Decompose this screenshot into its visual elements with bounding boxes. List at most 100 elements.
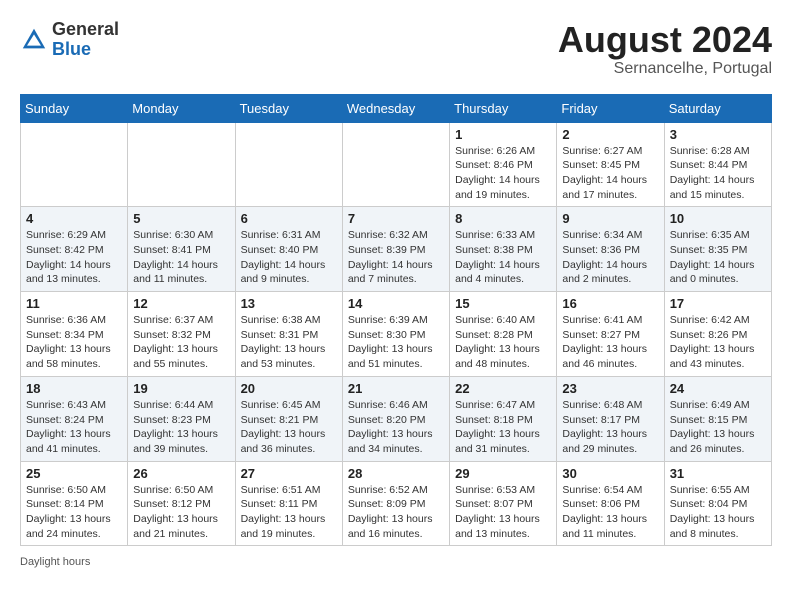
day-info: Sunrise: 6:53 AMSunset: 8:07 PMDaylight:… xyxy=(455,483,551,542)
calendar-cell: 14 Sunrise: 6:39 AMSunset: 8:30 PMDayligh… xyxy=(342,292,449,377)
day-number: 7 xyxy=(348,211,444,226)
day-number: 26 xyxy=(133,466,229,481)
calendar-cell: 22 Sunrise: 6:47 AMSunset: 8:18 PMDayligh… xyxy=(450,376,557,461)
day-info: Sunrise: 6:36 AMSunset: 8:34 PMDaylight:… xyxy=(26,313,122,372)
header-day-thursday: Thursday xyxy=(450,94,557,122)
calendar-cell: 26Sunrise: 6:50 AMSunset: 8:12 PMDayligh… xyxy=(128,461,235,546)
day-number: 24 xyxy=(670,381,766,396)
day-number: 16 xyxy=(562,296,658,311)
day-info: Sunrise: 6:30 AMSunset: 8:41 PMDaylight:… xyxy=(133,228,229,287)
day-number: 20 xyxy=(241,381,337,396)
calendar-cell: 18Sunrise: 6:43 AMSunset: 8:24 PMDayligh… xyxy=(21,376,128,461)
day-number: 28 xyxy=(348,466,444,481)
calendar-week-2: 4Sunrise: 6:29 AMSunset: 8:42 PMDaylight… xyxy=(21,207,772,292)
day-info: Sunrise: 6:40 AMSunset: 8:28 PMDaylight:… xyxy=(455,313,551,372)
logo: General Blue xyxy=(20,20,119,60)
day-number: 22 xyxy=(455,381,551,396)
calendar-cell: 8 Sunrise: 6:33 AMSunset: 8:38 PMDaylight… xyxy=(450,207,557,292)
day-number: 9 xyxy=(562,211,658,226)
day-info: Sunrise: 6:50 AMSunset: 8:14 PMDaylight:… xyxy=(26,483,122,542)
calendar-cell xyxy=(342,122,449,207)
calendar-cell: 9 Sunrise: 6:34 AMSunset: 8:36 PMDaylight… xyxy=(557,207,664,292)
day-info: Sunrise: 6:42 AMSunset: 8:26 PMDaylight:… xyxy=(670,313,766,372)
calendar-table: SundayMondayTuesdayWednesdayThursdayFrid… xyxy=(20,94,772,547)
day-info: Sunrise: 6:44 AMSunset: 8:23 PMDaylight:… xyxy=(133,398,229,457)
calendar-week-3: 11 Sunrise: 6:36 AMSunset: 8:34 PMDayligh… xyxy=(21,292,772,377)
calendar-cell: 4Sunrise: 6:29 AMSunset: 8:42 PMDaylight… xyxy=(21,207,128,292)
calendar-cell: 15 Sunrise: 6:40 AMSunset: 8:28 PMDayligh… xyxy=(450,292,557,377)
day-info: Sunrise: 6:32 AMSunset: 8:39 PMDaylight:… xyxy=(348,228,444,287)
calendar-cell xyxy=(128,122,235,207)
calendar-cell: 2 Sunrise: 6:27 AMSunset: 8:45 PMDaylight… xyxy=(557,122,664,207)
day-info: Sunrise: 6:26 AMSunset: 8:46 PMDaylight:… xyxy=(455,144,551,203)
day-number: 21 xyxy=(348,381,444,396)
calendar-header: SundayMondayTuesdayWednesdayThursdayFrid… xyxy=(21,94,772,122)
day-info: Sunrise: 6:49 AMSunset: 8:15 PMDaylight:… xyxy=(670,398,766,457)
calendar-cell: 11 Sunrise: 6:36 AMSunset: 8:34 PMDayligh… xyxy=(21,292,128,377)
day-info: Sunrise: 6:55 AMSunset: 8:04 PMDaylight:… xyxy=(670,483,766,542)
calendar-cell: 5Sunrise: 6:30 AMSunset: 8:41 PMDaylight… xyxy=(128,207,235,292)
day-info: Sunrise: 6:54 AMSunset: 8:06 PMDaylight:… xyxy=(562,483,658,542)
calendar-cell: 12 Sunrise: 6:37 AMSunset: 8:32 PMDayligh… xyxy=(128,292,235,377)
calendar-cell: 23 Sunrise: 6:48 AMSunset: 8:17 PMDayligh… xyxy=(557,376,664,461)
day-number: 12 xyxy=(133,296,229,311)
calendar-week-5: 25 Sunrise: 6:50 AMSunset: 8:14 PMDayligh… xyxy=(21,461,772,546)
daylight-label: Daylight hours xyxy=(20,556,90,568)
calendar-cell: 6Sunrise: 6:31 AMSunset: 8:40 PMDaylight… xyxy=(235,207,342,292)
calendar-cell: 20Sunrise: 6:45 AMSunset: 8:21 PMDayligh… xyxy=(235,376,342,461)
page-header: General Blue August 2024 Sernancelhe, Po… xyxy=(20,20,772,78)
day-info: Sunrise: 6:35 AMSunset: 8:35 PMDaylight:… xyxy=(670,228,766,287)
day-info: Sunrise: 6:48 AMSunset: 8:17 PMDaylight:… xyxy=(562,398,658,457)
day-info: Sunrise: 6:37 AMSunset: 8:32 PMDaylight:… xyxy=(133,313,229,372)
day-info: Sunrise: 6:28 AMSunset: 8:44 PMDaylight:… xyxy=(670,144,766,203)
day-number: 30 xyxy=(562,466,658,481)
day-info: Sunrise: 6:47 AMSunset: 8:18 PMDaylight:… xyxy=(455,398,551,457)
logo-general-text: General xyxy=(52,20,119,40)
calendar-cell: 31 Sunrise: 6:55 AMSunset: 8:04 PMDayligh… xyxy=(664,461,771,546)
day-number: 11 xyxy=(26,296,122,311)
day-info: Sunrise: 6:27 AMSunset: 8:45 PMDaylight:… xyxy=(562,144,658,203)
day-info: Sunrise: 6:41 AMSunset: 8:27 PMDaylight:… xyxy=(562,313,658,372)
day-info: Sunrise: 6:33 AMSunset: 8:38 PMDaylight:… xyxy=(455,228,551,287)
calendar-cell: 28Sunrise: 6:52 AMSunset: 8:09 PMDayligh… xyxy=(342,461,449,546)
day-info: Sunrise: 6:39 AMSunset: 8:30 PMDaylight:… xyxy=(348,313,444,372)
calendar-week-4: 18Sunrise: 6:43 AMSunset: 8:24 PMDayligh… xyxy=(21,376,772,461)
day-number: 25 xyxy=(26,466,122,481)
day-number: 15 xyxy=(455,296,551,311)
day-number: 18 xyxy=(26,381,122,396)
calendar-cell: 24 Sunrise: 6:49 AMSunset: 8:15 PMDayligh… xyxy=(664,376,771,461)
calendar-body: 1 Sunrise: 6:26 AMSunset: 8:46 PMDaylight… xyxy=(21,122,772,546)
calendar-cell xyxy=(21,122,128,207)
logo-blue-text: Blue xyxy=(52,40,119,60)
day-info: Sunrise: 6:34 AMSunset: 8:36 PMDaylight:… xyxy=(562,228,658,287)
header-day-sunday: Sunday xyxy=(21,94,128,122)
calendar-week-1: 1 Sunrise: 6:26 AMSunset: 8:46 PMDaylight… xyxy=(21,122,772,207)
day-number: 1 xyxy=(455,127,551,142)
day-number: 14 xyxy=(348,296,444,311)
day-number: 29 xyxy=(455,466,551,481)
calendar-cell: 1 Sunrise: 6:26 AMSunset: 8:46 PMDaylight… xyxy=(450,122,557,207)
calendar-cell: 7 Sunrise: 6:32 AMSunset: 8:39 PMDaylight… xyxy=(342,207,449,292)
footer: Daylight hours xyxy=(20,556,772,568)
day-number: 17 xyxy=(670,296,766,311)
calendar-cell xyxy=(235,122,342,207)
calendar-cell: 27Sunrise: 6:51 AMSunset: 8:11 PMDayligh… xyxy=(235,461,342,546)
day-number: 2 xyxy=(562,127,658,142)
header-day-monday: Monday xyxy=(128,94,235,122)
calendar-cell: 10 Sunrise: 6:35 AMSunset: 8:35 PMDayligh… xyxy=(664,207,771,292)
day-number: 10 xyxy=(670,211,766,226)
day-number: 27 xyxy=(241,466,337,481)
calendar-cell: 25 Sunrise: 6:50 AMSunset: 8:14 PMDayligh… xyxy=(21,461,128,546)
day-info: Sunrise: 6:38 AMSunset: 8:31 PMDaylight:… xyxy=(241,313,337,372)
day-number: 31 xyxy=(670,466,766,481)
calendar-cell: 13 Sunrise: 6:38 AMSunset: 8:31 PMDayligh… xyxy=(235,292,342,377)
day-number: 13 xyxy=(241,296,337,311)
calendar-cell: 16 Sunrise: 6:41 AMSunset: 8:27 PMDayligh… xyxy=(557,292,664,377)
day-number: 8 xyxy=(455,211,551,226)
header-row: SundayMondayTuesdayWednesdayThursdayFrid… xyxy=(21,94,772,122)
day-number: 23 xyxy=(562,381,658,396)
location-subtitle: Sernancelhe, Portugal xyxy=(558,60,772,78)
day-info: Sunrise: 6:31 AMSunset: 8:40 PMDaylight:… xyxy=(241,228,337,287)
header-day-friday: Friday xyxy=(557,94,664,122)
day-info: Sunrise: 6:29 AMSunset: 8:42 PMDaylight:… xyxy=(26,228,122,287)
